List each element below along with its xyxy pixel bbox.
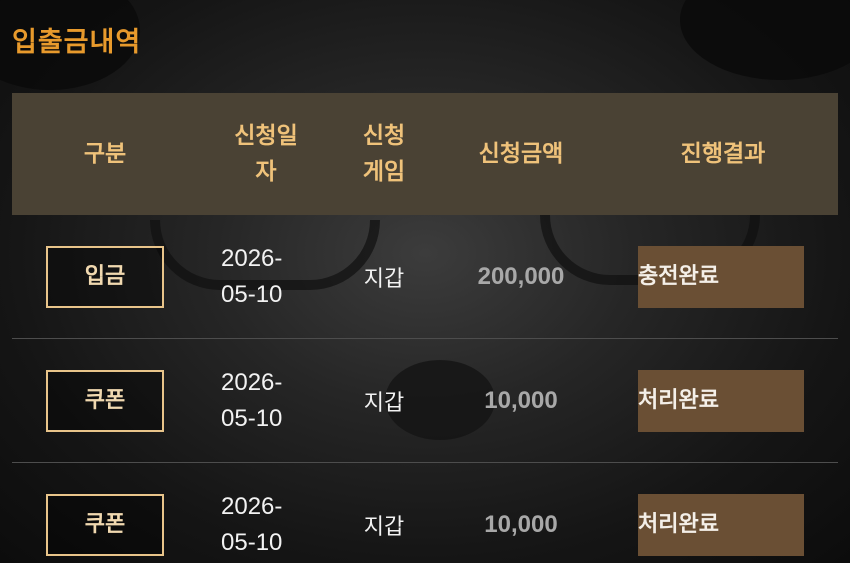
request-amount: 10,000	[484, 511, 558, 538]
status-button[interactable]: 처리완료	[638, 369, 804, 432]
request-date: 2026- 05-10	[221, 244, 283, 308]
request-date: 2026- 05-10	[221, 368, 283, 432]
header-type: 구분	[83, 141, 127, 167]
header-result: 진행결과	[680, 141, 766, 167]
background-decoration	[680, 0, 850, 80]
type-badge: 입금	[46, 245, 164, 308]
request-game: 지갑	[363, 515, 405, 540]
table-row: 쿠폰 2026- 05-10 지갑 10,000 처리완료	[12, 463, 838, 563]
header-date: 신청일자	[234, 123, 298, 185]
table-row: 쿠폰 2026- 05-10 지갑 10,000 처리완료	[12, 339, 838, 463]
request-amount: 10,000	[484, 386, 558, 414]
status-button[interactable]: 처리완료	[638, 494, 804, 556]
transaction-history-table: 구분 신청일자 신청게임 신청금액 진행결과 입금 2026- 05-10 지갑 …	[12, 93, 838, 563]
header-amount: 신청금액	[478, 141, 564, 167]
request-game: 지갑	[363, 390, 405, 416]
request-date: 2026- 05-10	[221, 493, 283, 556]
type-badge: 쿠폰	[46, 369, 164, 432]
table-header: 구분 신청일자 신청게임 신청금액 진행결과	[12, 93, 838, 215]
request-amount: 200,000	[477, 262, 565, 290]
header-game: 신청게임	[362, 123, 406, 185]
table-row: 입금 2026- 05-10 지갑 200,000 충전완료	[12, 215, 838, 339]
request-game: 지갑	[363, 266, 405, 292]
type-badge: 쿠폰	[46, 494, 164, 556]
page-title: 입출금내역	[12, 27, 142, 58]
status-button[interactable]: 충전완료	[638, 245, 804, 308]
